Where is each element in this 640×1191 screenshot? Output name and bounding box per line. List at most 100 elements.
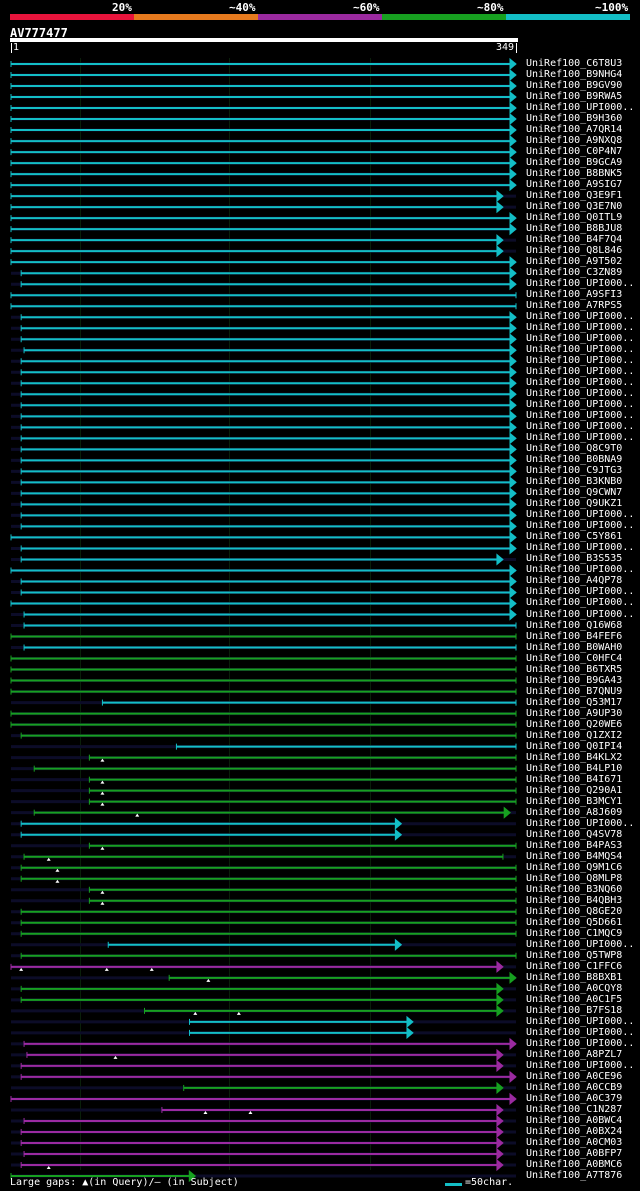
hit-name[interactable]: UniRef100_B3NQ60 (526, 884, 622, 895)
hit-name[interactable]: UniRef100_A9NXQ8 (526, 135, 622, 146)
hit-name[interactable]: UniRef100_Q3E9F1 (526, 190, 622, 201)
hit-name[interactable]: UniRef100_UPI000.. (526, 377, 634, 388)
hit-name[interactable]: UniRef100_Q0ITL9 (526, 212, 622, 223)
hit-name[interactable]: UniRef100_A4QP78 (526, 575, 622, 586)
hit-name[interactable]: UniRef100_UPI000.. (526, 586, 634, 597)
hit-name[interactable]: UniRef100_A0CE96 (526, 1071, 622, 1082)
hit-name[interactable]: UniRef100_A9T502 (526, 256, 622, 267)
hit-name[interactable]: UniRef100_UPI000.. (526, 344, 634, 355)
hit-name[interactable]: UniRef100_UPI000.. (526, 542, 634, 553)
hit-name[interactable]: UniRef100_A0CQY8 (526, 983, 622, 994)
hit-name[interactable]: UniRef100_UPI000.. (526, 939, 634, 950)
hit-name[interactable]: UniRef100_UPI000.. (526, 818, 634, 829)
hit-name[interactable]: UniRef100_Q8C9T0 (526, 443, 622, 454)
hit-name[interactable]: UniRef100_B4PAS3 (526, 840, 622, 851)
hit-name[interactable]: UniRef100_C0P4N7 (526, 146, 622, 157)
hit-name[interactable]: UniRef100_UPI000.. (526, 432, 634, 443)
hit-name[interactable]: UniRef100_B9GV90 (526, 80, 622, 91)
hit-name[interactable]: UniRef100_UPI000.. (526, 1027, 634, 1038)
hit-name[interactable]: UniRef100_Q16W68 (526, 620, 622, 631)
hit-name[interactable]: UniRef100_A7RPS5 (526, 300, 622, 311)
hit-name[interactable]: UniRef100_UPI000.. (526, 278, 634, 289)
hit-name[interactable]: UniRef100_B3KNB0 (526, 476, 622, 487)
hit-name[interactable]: UniRef100_UPI000.. (526, 597, 634, 608)
hit-name[interactable]: UniRef100_Q9CWN7 (526, 487, 622, 498)
hit-name[interactable]: UniRef100_UPI000.. (526, 388, 634, 399)
hit-name[interactable]: UniRef100_UPI000.. (526, 520, 634, 531)
hit-name[interactable]: UniRef100_C9JTG3 (526, 465, 622, 476)
hit-name[interactable]: UniRef100_C0HFC4 (526, 653, 622, 664)
hit-name[interactable]: UniRef100_A0CM03 (526, 1137, 622, 1148)
hit-name[interactable]: UniRef100_UPI000.. (526, 399, 634, 410)
hit-name[interactable]: UniRef100_B4LP10 (526, 763, 622, 774)
hit-name[interactable]: UniRef100_C1N287 (526, 1104, 622, 1115)
hit-name[interactable]: UniRef100_UPI000.. (526, 366, 634, 377)
hit-name[interactable]: UniRef100_A8J609 (526, 807, 622, 818)
hit-name[interactable]: UniRef100_C6T8U3 (526, 58, 622, 69)
hit-name[interactable]: UniRef100_B3S535 (526, 553, 622, 564)
hit-name[interactable]: UniRef100_UPI000.. (526, 564, 634, 575)
hit-name[interactable]: UniRef100_B4F7Q4 (526, 234, 622, 245)
hit-name[interactable]: UniRef100_B3MCY1 (526, 796, 622, 807)
hit-name[interactable]: UniRef100_UPI000.. (526, 1038, 634, 1049)
hit-name[interactable]: UniRef100_B4KLX2 (526, 752, 622, 763)
hit-name[interactable]: UniRef100_B9GA43 (526, 675, 622, 686)
hit-name[interactable]: UniRef100_UPI000.. (526, 609, 634, 620)
hit-name[interactable]: UniRef100_UPI000.. (526, 410, 634, 421)
hit-name[interactable]: UniRef100_Q8GE20 (526, 906, 622, 917)
hit-name[interactable]: UniRef100_B9H360 (526, 113, 622, 124)
hit-name[interactable]: UniRef100_C5Y861 (526, 531, 622, 542)
hit-name[interactable]: UniRef100_B6TXR5 (526, 664, 622, 675)
hit-name[interactable]: UniRef100_A7QR14 (526, 124, 622, 135)
hit-name[interactable]: UniRef100_Q8L846 (526, 245, 622, 256)
hit-name[interactable]: UniRef100_B4I671 (526, 774, 622, 785)
hit-name[interactable]: UniRef100_B4MQS4 (526, 851, 622, 862)
hit-name[interactable]: UniRef100_A9SIG7 (526, 179, 622, 190)
hit-name[interactable]: UniRef100_Q5TWP8 (526, 950, 622, 961)
hit-name[interactable]: UniRef100_A8PZL7 (526, 1049, 622, 1060)
hit-name[interactable]: UniRef100_UPI000.. (526, 509, 634, 520)
hit-name[interactable]: UniRef100_Q4SV78 (526, 829, 622, 840)
hit-name[interactable]: UniRef100_C3ZN89 (526, 267, 622, 278)
hit-name[interactable]: UniRef100_Q9M1C6 (526, 862, 622, 873)
hit-name[interactable]: UniRef100_A0CCB9 (526, 1082, 622, 1093)
hit-name[interactable]: UniRef100_UPI000.. (526, 1060, 634, 1071)
hit-name[interactable]: UniRef100_A0C1F5 (526, 994, 622, 1005)
hit-name[interactable]: UniRef100_A0BFP7 (526, 1148, 622, 1159)
hit-name[interactable]: UniRef100_Q20WE6 (526, 719, 622, 730)
hit-name[interactable]: UniRef100_B9GCA9 (526, 157, 622, 168)
hit-name[interactable]: UniRef100_Q9UKZ1 (526, 498, 622, 509)
hit-name[interactable]: UniRef100_A7T876 (526, 1170, 622, 1181)
hit-name[interactable]: UniRef100_Q0IPI4 (526, 741, 622, 752)
hit-name[interactable]: UniRef100_B4QBH3 (526, 895, 622, 906)
hit-name[interactable]: UniRef100_Q8MLP8 (526, 873, 622, 884)
hit-name[interactable]: UniRef100_A0BMC6 (526, 1159, 622, 1170)
hit-name[interactable]: UniRef100_UPI000.. (526, 322, 634, 333)
hit-name[interactable]: UniRef100_Q1ZXI2 (526, 730, 622, 741)
hit-name[interactable]: UniRef100_UPI000.. (526, 333, 634, 344)
hit-name[interactable]: UniRef100_B7QNU9 (526, 686, 622, 697)
hit-name[interactable]: UniRef100_UPI000.. (526, 102, 634, 113)
hit-name[interactable]: UniRef100_B0BNA9 (526, 454, 622, 465)
hit-name[interactable]: UniRef100_C1FFC6 (526, 961, 622, 972)
hit-name[interactable]: UniRef100_Q3E7N0 (526, 201, 622, 212)
hit-name[interactable]: UniRef100_UPI000.. (526, 355, 634, 366)
hit-name[interactable]: UniRef100_B8BXB1 (526, 972, 622, 983)
hit-name[interactable]: UniRef100_UPI000.. (526, 421, 634, 432)
hit-name[interactable]: UniRef100_A0BX24 (526, 1126, 622, 1137)
hit-name[interactable]: UniRef100_B0WAH0 (526, 642, 622, 653)
hit-name[interactable]: UniRef100_Q290A1 (526, 785, 622, 796)
hit-name[interactable]: UniRef100_A9UP30 (526, 708, 622, 719)
hit-name[interactable]: UniRef100_UPI000.. (526, 311, 634, 322)
hit-name[interactable]: UniRef100_B9RWA5 (526, 91, 622, 102)
hit-name[interactable]: UniRef100_UPI000.. (526, 1016, 634, 1027)
hit-name[interactable]: UniRef100_A0C379 (526, 1093, 622, 1104)
hit-name[interactable]: UniRef100_C1MQC9 (526, 928, 622, 939)
hit-name[interactable]: UniRef100_B8BJU8 (526, 223, 622, 234)
hit-name[interactable]: UniRef100_B7FS18 (526, 1005, 622, 1016)
hit-name[interactable]: UniRef100_A0BWC4 (526, 1115, 622, 1126)
hit-name[interactable]: UniRef100_A9SFI3 (526, 289, 622, 300)
hit-name[interactable]: UniRef100_B9NHG4 (526, 69, 622, 80)
hit-name[interactable]: UniRef100_B4FEF6 (526, 631, 622, 642)
hit-name[interactable]: UniRef100_Q5D661 (526, 917, 622, 928)
